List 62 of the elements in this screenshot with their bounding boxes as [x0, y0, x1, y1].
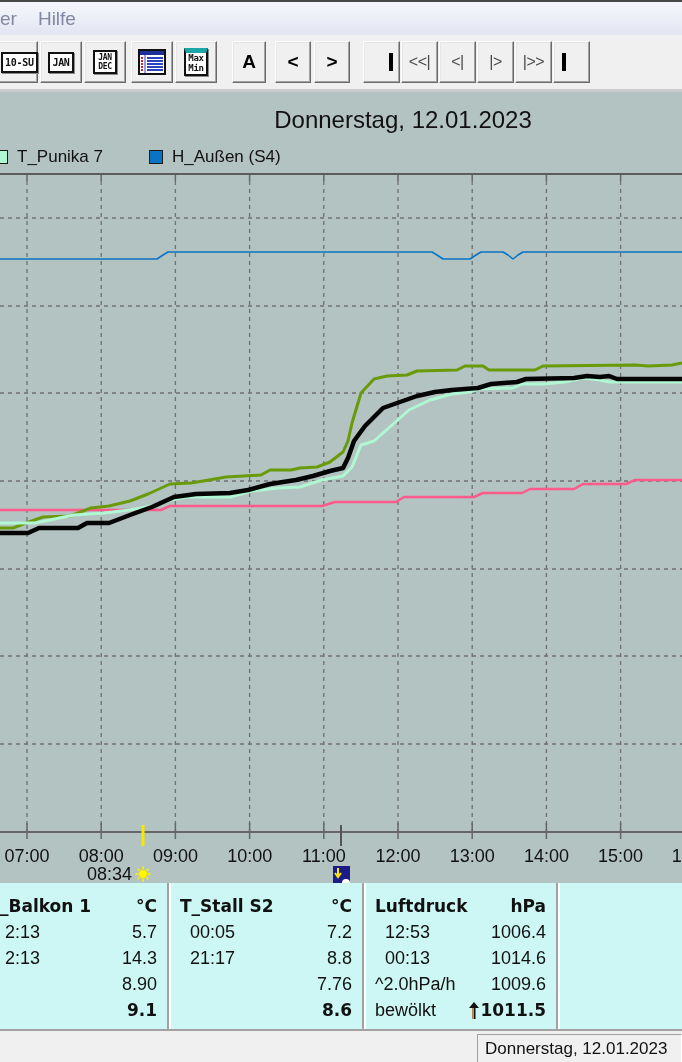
axis-label: 08:00 [78, 846, 124, 866]
value-text: 1009.6 [490, 974, 546, 994]
status-pane: Donnerstag, 12.01.2023 [477, 1034, 682, 1062]
toolbar-button[interactable]: Max Min [175, 41, 217, 83]
value-text: 1006.4 [490, 922, 546, 942]
panel-title: Luftdruck [375, 896, 468, 916]
toolbar-button[interactable]: |>> [515, 41, 552, 83]
toolbar-button[interactable]: 10-SU [0, 41, 38, 83]
value-text: 14.3 [121, 948, 157, 968]
toolbar-button[interactable]: <| [439, 41, 476, 83]
axis-label: 13:00 [449, 846, 495, 866]
time-label: 00:05 [190, 922, 236, 942]
unit-label: °C [331, 896, 352, 916]
current-value: 9.1 [126, 1000, 157, 1020]
value-text: 8.8 [326, 948, 352, 968]
axis-label: 14:00 [523, 846, 569, 866]
toolbar-button[interactable]: <<| [401, 41, 438, 83]
time-marker [340, 824, 342, 847]
weather-text: bewölkt [375, 1000, 437, 1020]
current-value: 8.6 [321, 1000, 352, 1020]
unit-label: °C [136, 896, 157, 916]
toolbar-button[interactable]: JAN [40, 41, 82, 83]
axis-label: 15:00 [598, 846, 644, 866]
toolbar-button[interactable]: A [232, 41, 266, 83]
toolbar-button[interactable]: |> [477, 41, 514, 83]
time-label: 2:13 [5, 922, 41, 942]
axis-label: 11:00 [302, 846, 346, 866]
sunrise-time: 08:34 [87, 865, 133, 883]
table-icon [138, 49, 166, 75]
value-text: 8.90 [121, 974, 157, 994]
trend-text: ^2.0hPa/h [375, 974, 456, 994]
legend-label: H_Außen (S4) [172, 147, 281, 167]
value-text: 5.7 [131, 922, 157, 942]
time-label: 21:17 [190, 948, 236, 968]
bar-icon [562, 53, 566, 71]
moonset-icon [333, 866, 350, 883]
value-text: 7.2 [326, 922, 352, 942]
toolbar-button[interactable] [363, 41, 400, 83]
axis-label: 10:00 [227, 846, 273, 866]
panel-title: _Balkon 1 [0, 896, 92, 916]
current-value: 1011.5 [480, 1000, 546, 1020]
toolbar-button[interactable]: < [275, 41, 311, 83]
time-label: 00:13 [385, 948, 431, 968]
value-text: 1014.6 [490, 948, 546, 968]
axis-label: 1 [671, 846, 682, 866]
axis-label: 12:00 [375, 846, 421, 866]
sunrise-marker [141, 825, 145, 846]
time-label: 2:13 [5, 948, 41, 968]
legend-label: T_Punika 7 [17, 147, 103, 167]
toolbar-button[interactable]: > [314, 41, 350, 83]
axis-label: 09:00 [152, 846, 198, 866]
panel-title: T_Stall S2 [180, 896, 274, 916]
toolbar-button[interactable] [131, 41, 173, 83]
value-text: 7.76 [316, 974, 352, 994]
unit-label: hPa [510, 896, 546, 916]
chart-title: Donnerstag, 12.01.2023 [274, 106, 532, 133]
time-label: 12:53 [385, 922, 431, 942]
toolbar-button[interactable] [553, 41, 590, 83]
toolbar-button[interactable]: JAN DEC [84, 41, 126, 83]
bar-icon [389, 53, 393, 71]
sun-icon [135, 866, 151, 882]
axis-label: 07:00 [4, 846, 50, 866]
